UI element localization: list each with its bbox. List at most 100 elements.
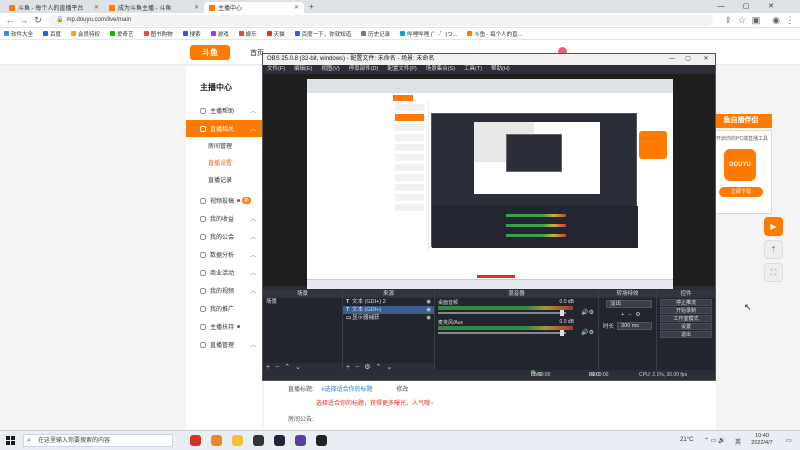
tab-douyu-home[interactable]: 斗鱼 - 每个人的直播平台 ✕ [4, 2, 104, 13]
bookmark-item[interactable]: 爱奇艺 [110, 30, 134, 38]
obs-menu-item[interactable]: 工具(T) [464, 66, 482, 72]
bookmark-item[interactable]: 图书购物 [143, 30, 173, 38]
download-button[interactable]: 立即下载 [719, 187, 763, 197]
obs-menu-item[interactable]: 帮助(H) [491, 66, 510, 72]
upload-icon[interactable]: ⇡ [764, 240, 783, 259]
sidebar-item-business[interactable]: 商业活动 ︿ [186, 264, 262, 281]
sidebar-item-analytics[interactable]: 数据分析 ︿ [186, 246, 262, 263]
bookmark-item[interactable]: 软件大全 [4, 30, 33, 38]
bookmark-item[interactable]: 百度一下，你就知道 [294, 30, 351, 38]
ime-indicator[interactable]: 英 [735, 437, 741, 446]
extensions-icon[interactable]: ▣ [750, 14, 762, 26]
source-item[interactable]: T 文本 (GDI+) ◉ [343, 306, 434, 314]
taskbar-search-input[interactable]: ⌕ 在这里输入你要搜索的内容 [23, 434, 173, 447]
obs-menu-item[interactable]: 场景集合(S) [426, 66, 455, 72]
new-tab-button[interactable]: + [309, 2, 314, 11]
sidebar-item-my-videos[interactable]: 我的视频 ︿ [186, 282, 262, 299]
obs-preview[interactable] [307, 79, 673, 289]
back-icon[interactable]: ← [4, 14, 16, 26]
obs-menu-item[interactable]: 编辑(E) [294, 66, 312, 72]
menu-icon[interactable]: ⋮ [784, 14, 796, 26]
obs-icon[interactable] [253, 435, 264, 446]
source-item[interactable]: ▭ 显示器捕获 ◉ [343, 314, 434, 322]
maximize-icon[interactable]: ▢ [681, 54, 695, 65]
store-icon[interactable] [295, 435, 306, 446]
chrome-icon[interactable] [190, 435, 201, 446]
sidebar-item-live-manage[interactable]: 直播管理 ︿ [186, 336, 262, 353]
duration-input[interactable]: 300 ms [617, 322, 652, 330]
taskbar-clock[interactable]: 10:40 2022/4/7 [745, 433, 779, 447]
tab-become-streamer[interactable]: 成为斗鱼主播 - 斗鱼 ✕ [104, 2, 204, 13]
weather-status[interactable]: 21°C [680, 437, 693, 443]
sidebar-sub-live-records[interactable]: 直播记录 [186, 174, 262, 189]
live-title-value[interactable]: #选择适合你的标题 [321, 387, 372, 393]
obs-menu-item[interactable]: 配置文件(P) [387, 66, 416, 72]
edit-title-button[interactable]: 修改 [396, 387, 408, 393]
eye-icon[interactable]: ◉ [426, 314, 431, 322]
gear-icon[interactable]: ⚙ [635, 312, 640, 318]
bookmark-item[interactable]: 天猫 [266, 30, 285, 38]
close-icon[interactable]: ✕ [294, 4, 299, 11]
bookmark-item[interactable]: 娱乐 [238, 30, 257, 38]
close-icon[interactable]: ✕ [699, 54, 713, 65]
volume-slider[interactable] [438, 312, 566, 314]
media-icon[interactable] [316, 435, 327, 446]
bookmark-item[interactable]: 会员特权 [71, 30, 100, 38]
profile-icon[interactable]: ◉ [770, 14, 782, 26]
sidebar-item-video-upload[interactable]: 视频投稿 新 [186, 192, 262, 209]
sidebar-item-live[interactable]: 直播相关 ︿ [186, 120, 262, 137]
app-icon[interactable] [211, 435, 222, 446]
minimize-icon[interactable]: — [710, 0, 732, 13]
tab-streamer-center[interactable]: 主播中心 ✕ [204, 2, 304, 13]
studio-mode-button[interactable]: 工作室模式 [660, 315, 712, 322]
minimize-icon[interactable]: — [665, 54, 679, 65]
volume-slider-handle[interactable] [559, 310, 564, 316]
obs-menu-item[interactable]: 视图(V) [321, 66, 339, 72]
add-icon[interactable]: + [621, 312, 624, 318]
sidebar-item-help[interactable]: 主播帮助 ︿ [186, 102, 262, 119]
bookmark-item[interactable]: 历史记录 [361, 30, 390, 38]
douyu-logo[interactable]: 斗鱼 [190, 45, 230, 60]
start-recording-button[interactable]: 开始录制 [660, 307, 712, 314]
reload-icon[interactable]: ↻ [32, 14, 44, 26]
settings-button[interactable]: 设置 [660, 323, 712, 330]
eye-icon[interactable]: ◉ [426, 298, 431, 306]
scene-item[interactable]: 场景 [263, 298, 342, 306]
sidebar-item-promotion[interactable]: 我的推广 [186, 300, 262, 317]
bookmark-item[interactable]: 搜索 [182, 30, 201, 38]
play-icon[interactable]: ▶ [764, 217, 783, 236]
speaker-icon[interactable]: 🔊⚙ [581, 329, 594, 336]
forward-icon[interactable]: → [18, 14, 30, 26]
sidebar-sub-room-manage[interactable]: 房间管理 [186, 140, 262, 155]
bookmark-item[interactable]: 游戏 [210, 30, 229, 38]
speaker-icon[interactable]: 🔊⚙ [581, 309, 594, 316]
close-window-icon[interactable]: ✕ [760, 0, 782, 13]
transition-select[interactable]: 淡出 [606, 300, 652, 308]
source-item[interactable]: T 文本 (GDI+) 2 ◉ [343, 298, 434, 306]
volume-slider[interactable] [438, 332, 566, 334]
exit-button[interactable]: 退出 [660, 331, 712, 338]
file-explorer-icon[interactable] [232, 435, 243, 446]
volume-slider-handle[interactable] [559, 330, 564, 336]
close-icon[interactable]: ✕ [194, 4, 199, 11]
sidebar-item-guild[interactable]: 我的公会 ︿ [186, 228, 262, 245]
maximize-icon[interactable]: ▢ [735, 0, 757, 13]
bookmark-item[interactable]: 哔哩哔哩 (゜-゜)つ... [400, 30, 457, 38]
share-icon[interactable]: ⇪ [722, 14, 734, 26]
tray-icons[interactable]: ⌃ ▭ 🔊 [704, 437, 726, 444]
eye-icon[interactable]: ◉ [426, 306, 431, 314]
bookmark-item[interactable]: 斗鱼 - 每个人的直... [467, 30, 522, 38]
notifications-icon[interactable]: ▭ [786, 437, 792, 444]
close-icon[interactable]: ✕ [94, 4, 99, 11]
sidebar-sub-live-settings[interactable]: 直播设置 [186, 157, 262, 172]
windows-start-icon[interactable] [6, 436, 15, 445]
url-input[interactable]: 🔒 mp.douyu.com/live/main [48, 15, 713, 26]
steam-icon[interactable] [274, 435, 285, 446]
bookmark-item[interactable]: 百度 [43, 30, 61, 38]
screenshot-icon[interactable]: ⛶ [764, 263, 783, 282]
stop-streaming-button[interactable]: 停止推流 [660, 299, 712, 306]
obs-menu-item[interactable]: 停靠部件(D) [349, 66, 379, 72]
remove-icon[interactable]: − [628, 312, 631, 318]
star-icon[interactable]: ☆ [736, 14, 748, 26]
sidebar-item-earnings[interactable]: 我的收益 ︿ [186, 210, 262, 227]
